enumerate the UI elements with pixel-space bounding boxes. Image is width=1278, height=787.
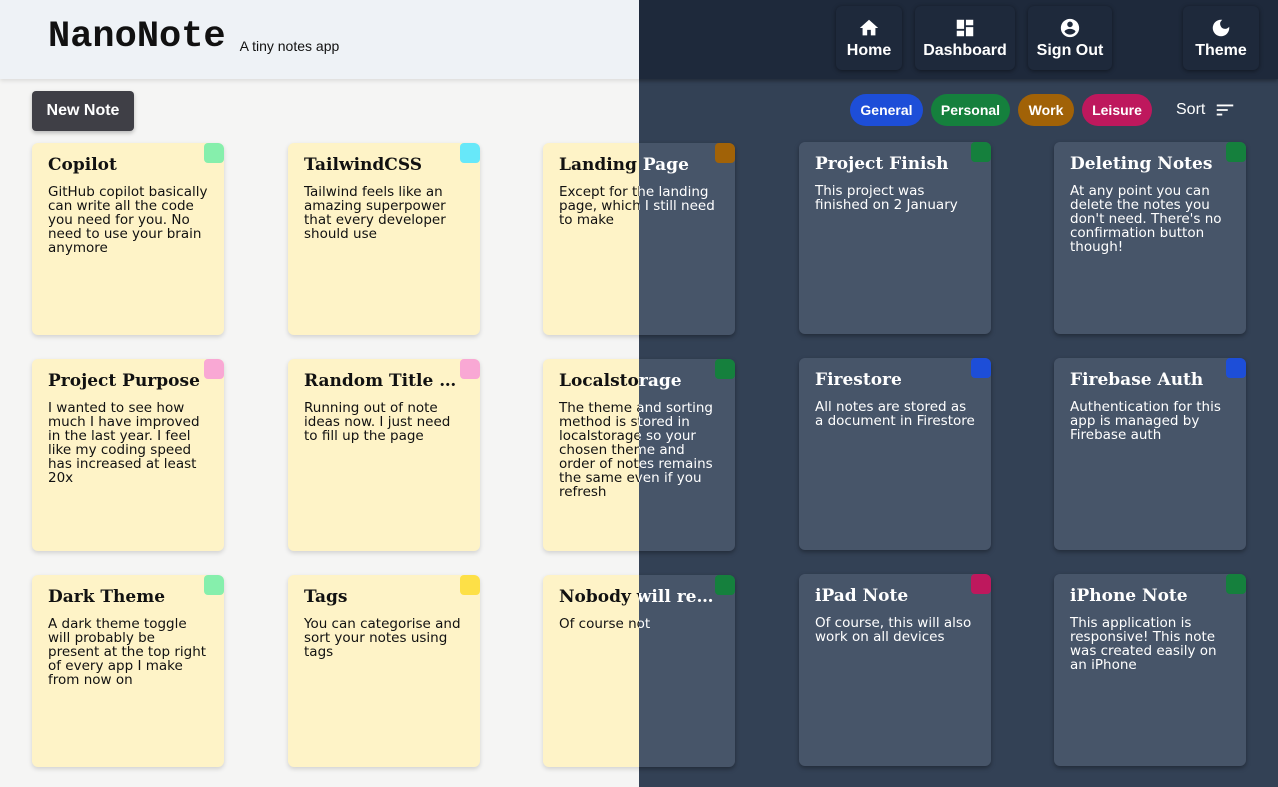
note-body: Except for the landing page, which I sti… (559, 184, 639, 228)
sign-out-label: Sign Out (1036, 41, 1104, 59)
note-body: Tailwind feels like an amazing superpowe… (304, 184, 446, 242)
theme-label: Theme (1195, 41, 1247, 59)
note-tag-indicator (715, 143, 735, 163)
note-card[interactable]: TailwindCSS Tailwind feels like an amazi… (288, 143, 480, 335)
note-title: Localstorage (639, 371, 682, 391)
moon-icon (1212, 19, 1230, 36)
note-body: Except for the landing page, which I sti… (639, 184, 715, 214)
note-title: Nobody will read this (639, 587, 719, 607)
sort-label: Sort (1176, 101, 1206, 118)
home-label: Home (846, 41, 892, 59)
note-card[interactable]: Nobody will read this Of course not (639, 575, 735, 767)
note-tag-indicator (971, 574, 991, 594)
sign-out-button[interactable]: Sign Out (1028, 6, 1112, 70)
app-subtitle: A tiny notes app (239, 38, 340, 54)
note-tag-indicator (204, 359, 224, 379)
new-note-button[interactable]: New Note (32, 91, 134, 131)
note-title: Copilot (48, 155, 117, 175)
note-tag-indicator (460, 359, 480, 379)
note-body: GitHub copilot basically can write all t… (48, 184, 208, 256)
tag-filter-work[interactable]: Work (1018, 94, 1074, 126)
app-header: NanoNote A tiny notes app Home Dashboard… (0, 0, 639, 79)
note-card[interactable]: Project Finish This project was finished… (799, 142, 991, 334)
theme-toggle-button[interactable]: Theme (1183, 6, 1259, 70)
note-tag-indicator (204, 575, 224, 595)
note-body: All notes are stored as a document in Fi… (815, 399, 975, 429)
note-body: Of course not (559, 616, 639, 632)
note-body: At any point you can delete the notes yo… (1070, 183, 1222, 255)
tag-filter-leisure[interactable]: Leisure (1082, 94, 1152, 126)
note-card[interactable]: Landing Page Except for the landing page… (639, 143, 735, 335)
note-tag-indicator (715, 575, 735, 595)
home-icon (859, 19, 879, 35)
note-card[interactable]: Localstorage The theme and sorting metho… (543, 359, 639, 551)
note-tag-indicator (460, 143, 480, 163)
note-body: You can categorise and sort your notes u… (304, 616, 461, 660)
note-card[interactable]: Deleting Notes At any point you can dele… (1054, 142, 1246, 334)
note-title: iPad Note (815, 586, 909, 606)
note-title: Firestore (815, 370, 902, 390)
note-title: Random Title O.o (304, 371, 464, 391)
note-body: I wanted to see how much I have improved… (48, 400, 200, 486)
dashboard-icon (956, 19, 974, 36)
note-body: Authentication for this app is managed b… (1070, 399, 1221, 443)
sort-button[interactable]: Sort (1176, 98, 1236, 122)
note-title: Localstorage (559, 371, 639, 391)
tag-filter-personal[interactable]: Personal (931, 94, 1010, 126)
note-title: Tags (304, 587, 348, 607)
note-card[interactable]: Project Purpose I wanted to see how much… (32, 359, 224, 551)
note-card[interactable]: Dark Theme A dark theme toggle will prob… (32, 575, 224, 767)
dashboard-button[interactable]: Dashboard (915, 6, 1015, 70)
note-tag-indicator (1226, 142, 1246, 162)
note-title: Project Purpose (48, 371, 200, 391)
note-tag-indicator (460, 575, 480, 595)
note-title: Nobody will read this (559, 587, 639, 607)
home-button[interactable]: Home (836, 6, 902, 70)
app-header: NanoNote A tiny notes app Home Dashboard… (639, 0, 1278, 79)
note-body: The theme and sorting method is stored i… (559, 400, 639, 500)
note-tag-indicator (1226, 358, 1246, 378)
note-title: Dark Theme (48, 587, 166, 607)
note-card[interactable]: Firebase Auth Authentication for this ap… (1054, 358, 1246, 550)
note-card[interactable]: iPad Note Of course, this will also work… (799, 574, 991, 766)
note-card[interactable]: Landing Page Except for the landing page… (543, 143, 639, 335)
note-card[interactable]: Nobody will read this Of course not (543, 575, 639, 767)
note-tag-indicator (971, 358, 991, 378)
brand: NanoNote A tiny notes app (48, 17, 339, 57)
note-title: Project Finish (815, 154, 949, 174)
note-body: Of course, this will also work on all de… (815, 615, 972, 645)
note-body: Running out of note ideas now. I just ne… (304, 400, 451, 444)
note-tag-indicator (715, 359, 735, 379)
note-title: Deleting Notes (1070, 154, 1213, 174)
account-circle-icon (1060, 18, 1080, 37)
note-title: Firebase Auth (1070, 370, 1204, 390)
sort-icon (1217, 104, 1234, 116)
note-title: TailwindCSS (304, 155, 423, 175)
note-title: Landing Page (639, 155, 689, 175)
note-card[interactable]: Random Title O.o Running out of note ide… (288, 359, 480, 551)
note-body: This project was finished on 2 January (815, 183, 958, 213)
note-card[interactable]: Copilot GitHub copilot basically can wri… (32, 143, 224, 335)
app-title: NanoNote (48, 16, 226, 58)
note-tag-indicator (971, 142, 991, 162)
note-card[interactable]: Tags You can categorise and sort your no… (288, 575, 480, 767)
note-title: iPhone Note (1070, 586, 1188, 606)
note-card[interactable]: Firestore All notes are stored as a docu… (799, 358, 991, 550)
dashboard-label: Dashboard (923, 41, 1007, 59)
dark-theme-half: NanoNote A tiny notes app Home Dashboard… (639, 0, 1278, 787)
light-theme-half: NanoNote A tiny notes app Home Dashboard… (0, 0, 639, 787)
note-card[interactable]: Localstorage The theme and sorting metho… (639, 359, 735, 551)
note-tag-indicator (204, 143, 224, 163)
note-body: A dark theme toggle will probably be pre… (48, 616, 207, 688)
tag-filter-general[interactable]: General (850, 94, 923, 126)
note-title: Landing Page (559, 155, 639, 175)
note-body: The theme and sorting method is stored i… (639, 400, 714, 486)
note-tag-indicator (1226, 574, 1246, 594)
note-body: This application is responsive! This not… (1070, 615, 1217, 673)
note-card[interactable]: iPhone Note This application is responsi… (1054, 574, 1246, 766)
note-body: Of course not (639, 616, 651, 632)
